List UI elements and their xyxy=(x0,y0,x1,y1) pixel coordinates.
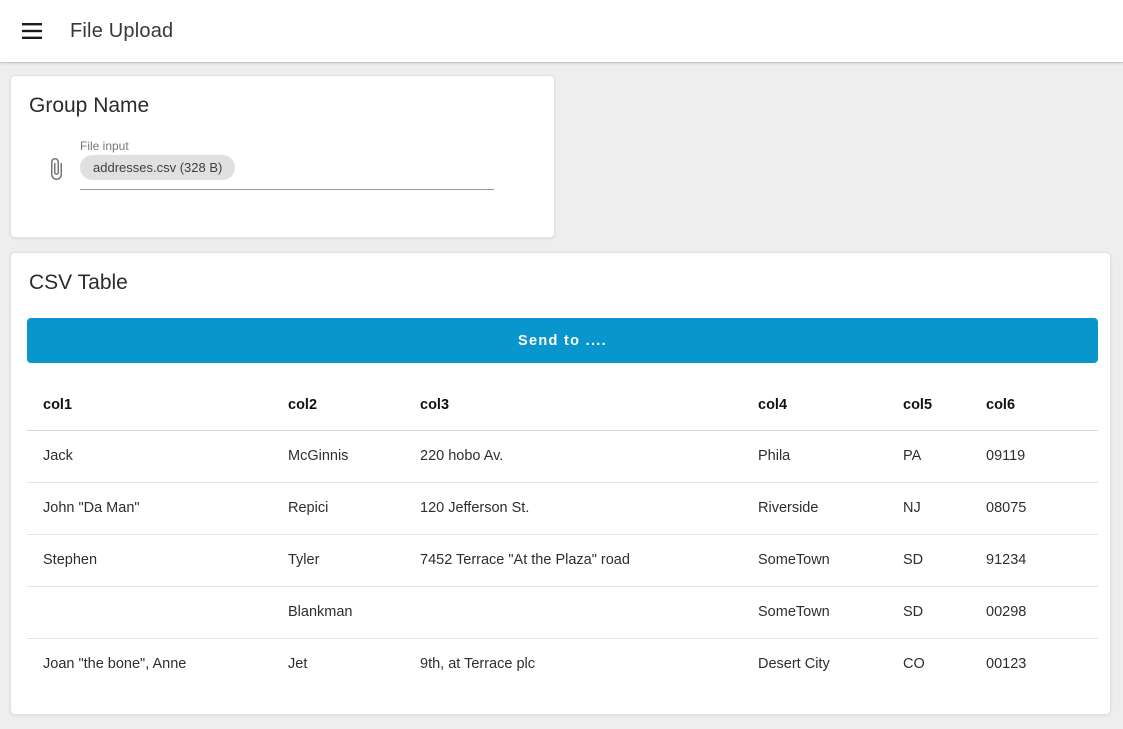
table-cell: 08075 xyxy=(970,482,1098,534)
table-cell: Tyler xyxy=(272,534,404,586)
file-input-label: File input xyxy=(80,139,494,153)
csv-table-card-title: CSV Table xyxy=(11,253,1110,297)
table-cell: Repici xyxy=(272,482,404,534)
column-header: col5 xyxy=(887,380,970,430)
table-cell: Desert City xyxy=(742,638,887,690)
table-cell: 00123 xyxy=(970,638,1098,690)
file-input[interactable]: File input addresses.csv (328 B) xyxy=(44,139,554,190)
send-button[interactable]: Send to .... xyxy=(27,318,1098,363)
table-cell: Joan "the bone", Anne xyxy=(27,638,272,690)
hamburger-menu-icon xyxy=(22,23,42,39)
table-header-row: col1col2col3col4col5col6 xyxy=(27,380,1098,430)
table-row: Joan "the bone", AnneJet9th, at Terrace … xyxy=(27,638,1098,690)
group-name-card: Group Name File input addresses.csv (328… xyxy=(10,75,555,238)
file-input-underline xyxy=(80,189,494,190)
hamburger-menu-button[interactable] xyxy=(12,11,52,51)
column-header: col2 xyxy=(272,380,404,430)
column-header: col3 xyxy=(404,380,742,430)
table-cell: PA xyxy=(887,430,970,482)
table-cell: John "Da Man" xyxy=(27,482,272,534)
csv-table-card: CSV Table Send to .... col1col2col3col4c… xyxy=(10,252,1111,715)
page-title: File Upload xyxy=(70,20,173,43)
table-cell: SomeTown xyxy=(742,534,887,586)
table-cell xyxy=(404,586,742,638)
table-cell: SD xyxy=(887,534,970,586)
table-cell: Phila xyxy=(742,430,887,482)
table-cell: McGinnis xyxy=(272,430,404,482)
paperclip-icon[interactable] xyxy=(44,153,68,187)
page-body: Group Name File input addresses.csv (328… xyxy=(0,63,1123,715)
table-cell: Jet xyxy=(272,638,404,690)
table-cell: 120 Jefferson St. xyxy=(404,482,742,534)
file-input-field[interactable]: File input addresses.csv (328 B) xyxy=(80,139,494,190)
group-name-card-title: Group Name xyxy=(11,76,554,120)
column-header: col4 xyxy=(742,380,887,430)
table-cell: Jack xyxy=(27,430,272,482)
app-bar: File Upload xyxy=(0,0,1123,63)
column-header: col6 xyxy=(970,380,1098,430)
table-row: Blankman SomeTownSD00298 xyxy=(27,586,1098,638)
table-cell: NJ xyxy=(887,482,970,534)
table-cell: 220 hobo Av. xyxy=(404,430,742,482)
csv-table: col1col2col3col4col5col6 JackMcGinnis220… xyxy=(27,380,1098,690)
table-cell: 91234 xyxy=(970,534,1098,586)
file-chip[interactable]: addresses.csv (328 B) xyxy=(80,155,235,180)
table-cell: Stephen xyxy=(27,534,272,586)
table-cell: Riverside xyxy=(742,482,887,534)
table-row: StephenTyler7452 Terrace "At the Plaza" … xyxy=(27,534,1098,586)
table-cell: 00298 xyxy=(970,586,1098,638)
table-cell: CO xyxy=(887,638,970,690)
table-cell: 7452 Terrace "At the Plaza" road xyxy=(404,534,742,586)
table-row: JackMcGinnis220 hobo Av.PhilaPA09119 xyxy=(27,430,1098,482)
table-cell: SD xyxy=(887,586,970,638)
table-row: John "Da Man"Repici120 Jefferson St.Rive… xyxy=(27,482,1098,534)
table-cell xyxy=(27,586,272,638)
table-cell: 9th, at Terrace plc xyxy=(404,638,742,690)
csv-table-wrapper: col1col2col3col4col5col6 JackMcGinnis220… xyxy=(27,380,1098,690)
table-cell: Blankman xyxy=(272,586,404,638)
table-cell: 09119 xyxy=(970,430,1098,482)
column-header: col1 xyxy=(27,380,272,430)
table-cell: SomeTown xyxy=(742,586,887,638)
